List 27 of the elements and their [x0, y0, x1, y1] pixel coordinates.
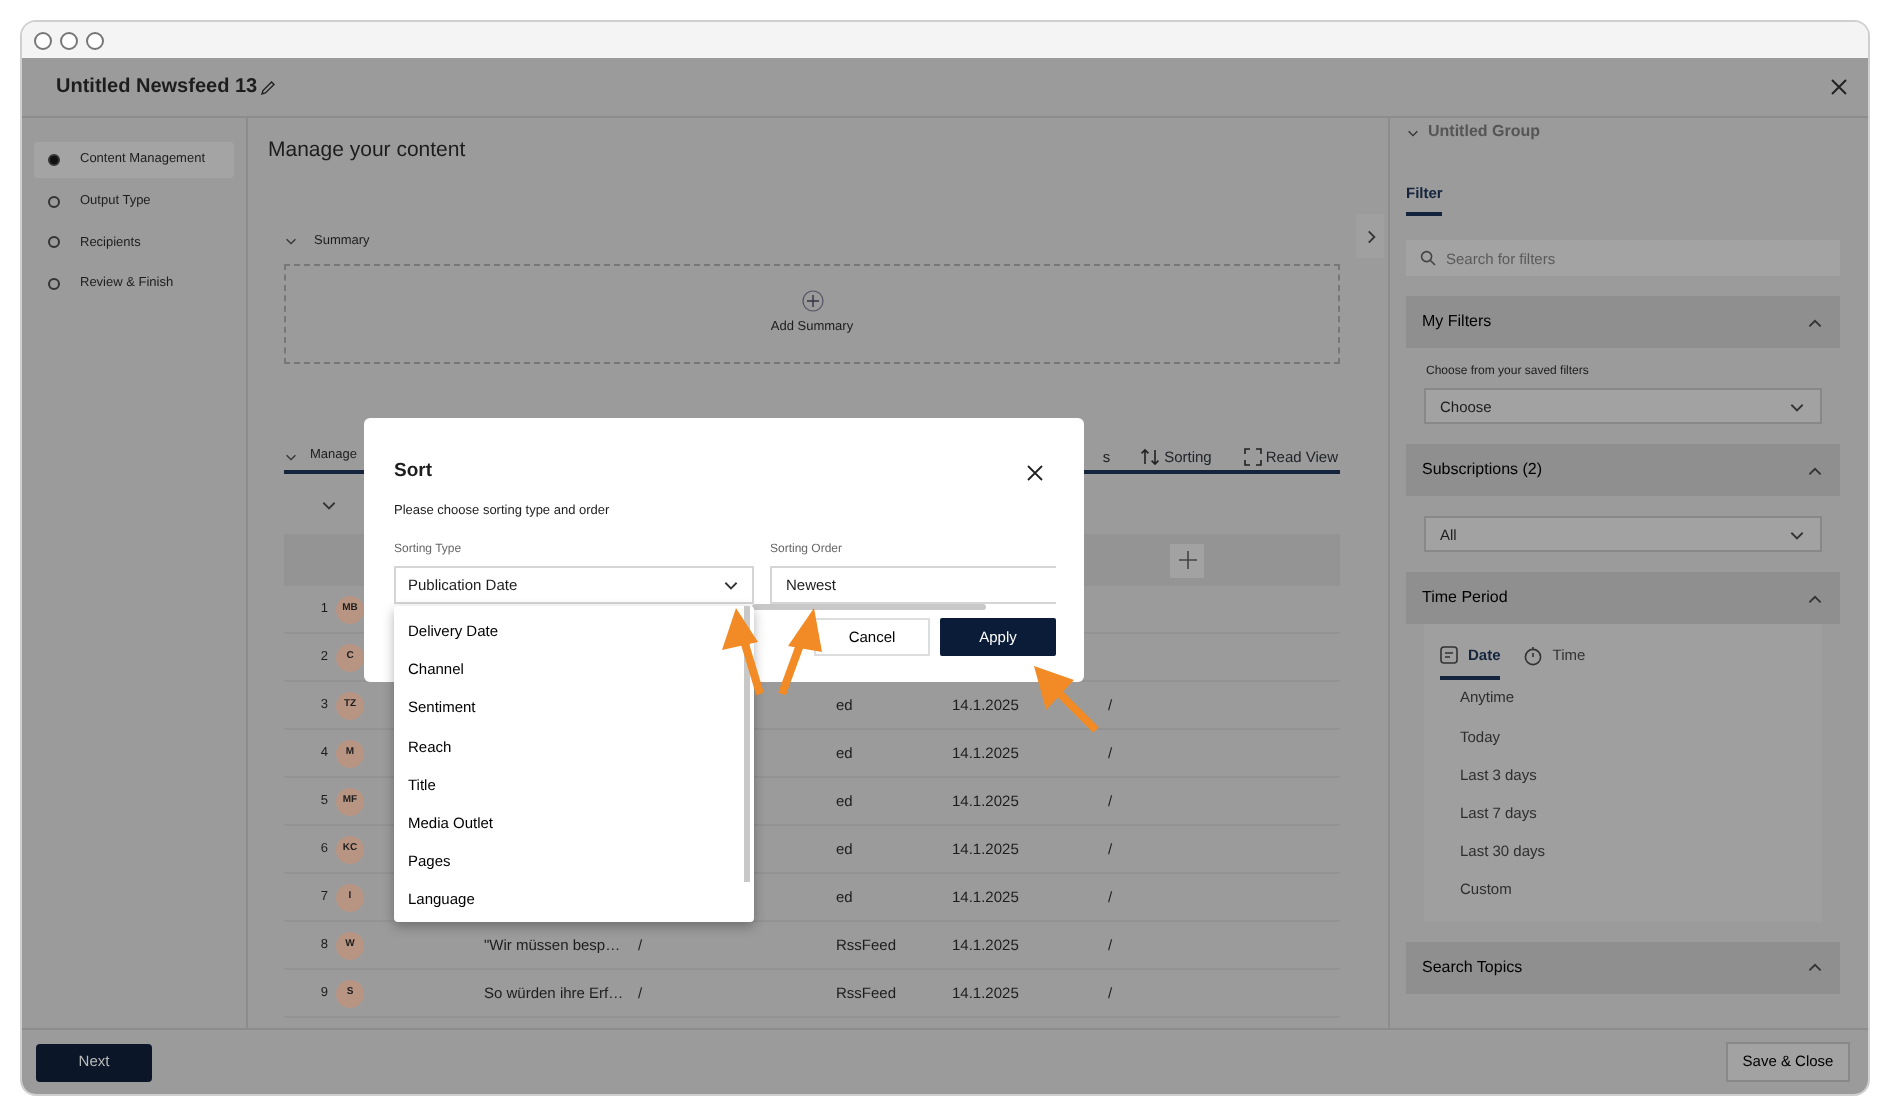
page-heading: Manage your content [268, 138, 468, 164]
window-control-dot[interactable] [86, 31, 104, 49]
add-column-button[interactable] [1170, 543, 1204, 578]
accordion-header[interactable]: Search Topics [1406, 941, 1840, 994]
search-icon [1420, 250, 1436, 267]
plus-icon [1177, 550, 1197, 571]
close-icon[interactable] [1026, 463, 1044, 482]
scrollbar[interactable] [752, 604, 986, 610]
window-control-dot[interactable] [60, 31, 78, 49]
close-icon[interactable] [1830, 78, 1848, 96]
accordion-header[interactable]: Subscriptions (2) [1406, 444, 1840, 497]
scrollbar[interactable] [744, 606, 750, 882]
window-control-dot[interactable] [34, 31, 52, 49]
window-title: Untitled Newsfeed 13 [56, 74, 258, 102]
annotation-arrow [722, 608, 764, 696]
dialog-title: Sort [394, 458, 432, 486]
plus-icon [801, 290, 823, 313]
annotation-arrow [778, 608, 822, 696]
expand-icon [1243, 447, 1262, 466]
accordion-header[interactable]: My Filters [1406, 296, 1840, 349]
sort-icon [1140, 447, 1161, 466]
group-name: Untitled Group [1428, 120, 1540, 144]
calendar-icon [1440, 646, 1458, 665]
pencil-icon[interactable] [259, 79, 276, 95]
accordion-header[interactable]: Time Period [1406, 572, 1840, 625]
stopwatch-icon [1524, 645, 1543, 666]
annotation-arrow [1034, 666, 1099, 733]
